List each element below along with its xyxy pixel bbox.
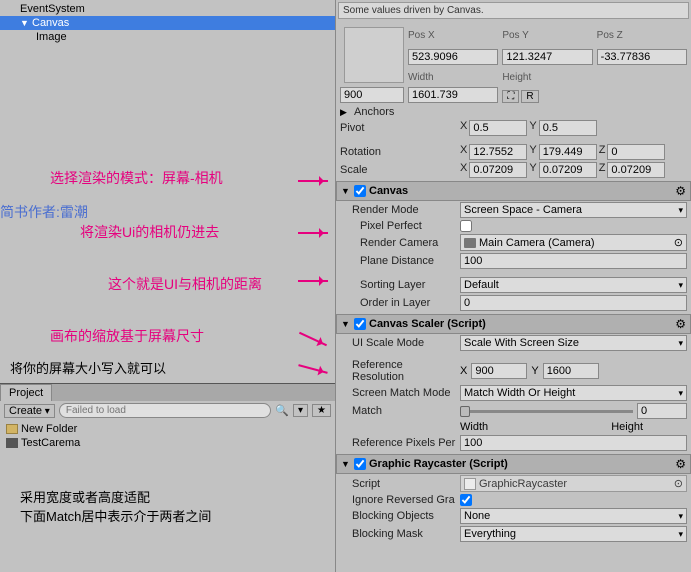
sorting-layer-dropdown[interactable]: Default: [460, 277, 687, 293]
ui-scale-mode-dropdown[interactable]: Scale With Screen Size: [460, 335, 687, 351]
anchors-label: Anchors: [354, 106, 470, 118]
match-width-label: Width: [460, 421, 488, 433]
render-mode-label: Render Mode: [340, 204, 456, 216]
blocking-objects-dropdown[interactable]: None: [460, 508, 687, 524]
plane-distance-field[interactable]: 100: [460, 253, 687, 269]
project-tab[interactable]: Project: [0, 384, 52, 401]
pivot-label: Pivot: [340, 122, 456, 134]
scale-label: Scale: [340, 164, 456, 176]
hierarchy-item-image[interactable]: Image: [0, 30, 335, 44]
object-picker-icon[interactable]: ⊙: [674, 236, 683, 249]
height-field[interactable]: 1601.739: [408, 87, 498, 103]
rot-y[interactable]: 179.449: [539, 144, 597, 160]
posy-field[interactable]: 121.3247: [502, 49, 592, 65]
raycaster-enable-checkbox[interactable]: [354, 458, 366, 470]
pixel-perfect-label: Pixel Perfect: [340, 220, 456, 232]
script-field: GraphicRaycaster⊙: [460, 475, 687, 492]
anchors-foldout[interactable]: ▶: [340, 107, 350, 118]
match-slider[interactable]: 0: [460, 403, 687, 419]
render-camera-field[interactable]: Main Camera (Camera)⊙: [460, 234, 687, 251]
posx-field[interactable]: 523.9096: [408, 49, 498, 65]
project-panel: Project Create ▾ 🔍 ▾ ★ New Folder TestCa…: [0, 383, 335, 452]
rot-z[interactable]: 0: [607, 144, 665, 160]
blocking-mask-label: Blocking Mask: [340, 528, 456, 540]
script-label: Script: [340, 478, 456, 490]
raw-button[interactable]: R: [521, 90, 538, 103]
annotation-render-mode: 选择渲染的模式：屏幕-相机: [50, 168, 223, 188]
match-height-label: Height: [611, 421, 643, 433]
hierarchy-panel: EventSystem ▼Canvas Image: [0, 0, 335, 46]
hierarchy-item-eventsystem[interactable]: EventSystem: [0, 2, 335, 16]
rot-x[interactable]: 12.7552: [469, 144, 527, 160]
screen-match-mode-dropdown[interactable]: Match Width Or Height: [460, 385, 687, 401]
annotation-resolution: 将你的屏幕大小写入就可以: [10, 358, 166, 377]
canvas-enable-checkbox[interactable]: [354, 185, 366, 197]
render-camera-label: Render Camera: [340, 237, 456, 249]
search-icon[interactable]: 🔍: [275, 404, 289, 417]
annotation-match-1: 采用宽度或者高度适配: [20, 487, 150, 506]
height-label: Height: [502, 72, 592, 83]
project-item-folder[interactable]: New Folder: [2, 422, 333, 436]
annotation-render-camera: 将渲染Ui的相机仍进去: [80, 222, 219, 242]
scale-x[interactable]: 0.07209: [469, 162, 527, 178]
project-item-scene[interactable]: TestCarema: [2, 436, 333, 450]
camera-icon: [464, 238, 476, 248]
sorting-layer-label: Sorting Layer: [340, 279, 456, 291]
ref-x-field[interactable]: 900: [471, 363, 527, 379]
scaler-enable-checkbox[interactable]: [354, 318, 366, 330]
filter-btn-1[interactable]: ▾: [293, 404, 308, 417]
canvas-component-header[interactable]: ▼Canvas⚙: [336, 181, 691, 201]
annotation-plane-distance: 这个就是UI与相机的距离: [108, 274, 262, 294]
ignore-reversed-label: Ignore Reversed Gra: [340, 494, 456, 506]
folder-icon: [6, 424, 18, 434]
blueprint-button[interactable]: ⛶: [502, 90, 519, 103]
pivot-x-field[interactable]: 0.5: [469, 120, 527, 136]
rotation-label: Rotation: [340, 146, 456, 158]
posy-label: Pos Y: [502, 30, 592, 41]
gear-icon[interactable]: ⚙: [675, 317, 686, 331]
pivot-y-field[interactable]: 0.5: [539, 120, 597, 136]
match-value-field[interactable]: 0: [637, 403, 687, 419]
filter-btn-2[interactable]: ★: [312, 404, 331, 417]
order-in-layer-label: Order in Layer: [340, 297, 456, 309]
posz-field[interactable]: -33.77836: [597, 49, 687, 65]
pixel-perfect-checkbox[interactable]: [460, 220, 472, 232]
create-button[interactable]: Create ▾: [4, 404, 55, 418]
ref-y-field[interactable]: 1600: [543, 363, 599, 379]
scale-z[interactable]: 0.07209: [607, 162, 665, 178]
foldout-icon[interactable]: ▼: [20, 18, 30, 28]
width-label: Width: [408, 72, 498, 83]
blocking-mask-dropdown[interactable]: Everything: [460, 526, 687, 542]
plane-distance-label: Plane Distance: [340, 255, 456, 267]
scale-y[interactable]: 0.07209: [539, 162, 597, 178]
hierarchy-item-canvas[interactable]: ▼Canvas: [0, 16, 335, 30]
reference-resolution-label: Reference Resolution: [340, 359, 456, 383]
ignore-reversed-checkbox[interactable]: [460, 494, 472, 506]
inspector-banner: Some values driven by Canvas.: [338, 2, 689, 19]
order-in-layer-field[interactable]: 0: [460, 295, 687, 311]
anchor-preset-button[interactable]: [344, 27, 404, 83]
scene-icon: [6, 438, 18, 448]
canvas-scaler-header[interactable]: ▼Canvas Scaler (Script)⚙: [336, 314, 691, 334]
ui-scale-mode-label: UI Scale Mode: [340, 337, 456, 349]
screen-match-mode-label: Screen Match Mode: [340, 387, 456, 399]
annotation-match-2: 下面Match居中表示介于两者之间: [20, 506, 211, 525]
reference-pixels-label: Reference Pixels Per: [340, 437, 456, 449]
match-label: Match: [340, 405, 456, 417]
annotation-scale-mode: 画布的缩放基于屏幕尺寸: [50, 326, 204, 346]
graphic-raycaster-header[interactable]: ▼Graphic Raycaster (Script)⚙: [336, 454, 691, 474]
reference-pixels-field[interactable]: 100: [460, 435, 687, 451]
width-field[interactable]: 900: [340, 87, 404, 103]
gear-icon[interactable]: ⚙: [675, 184, 686, 198]
script-icon: [464, 478, 476, 490]
posz-label: Pos Z: [597, 30, 687, 41]
gear-icon[interactable]: ⚙: [675, 457, 686, 471]
render-mode-dropdown[interactable]: Screen Space - Camera: [460, 202, 687, 218]
blocking-objects-label: Blocking Objects: [340, 510, 456, 522]
posx-label: Pos X: [408, 30, 498, 41]
project-search-input[interactable]: [59, 403, 271, 418]
inspector-panel: Some values driven by Canvas. Pos X Pos …: [335, 0, 691, 572]
annotation-author: 简书作者:雷潮: [0, 202, 88, 222]
